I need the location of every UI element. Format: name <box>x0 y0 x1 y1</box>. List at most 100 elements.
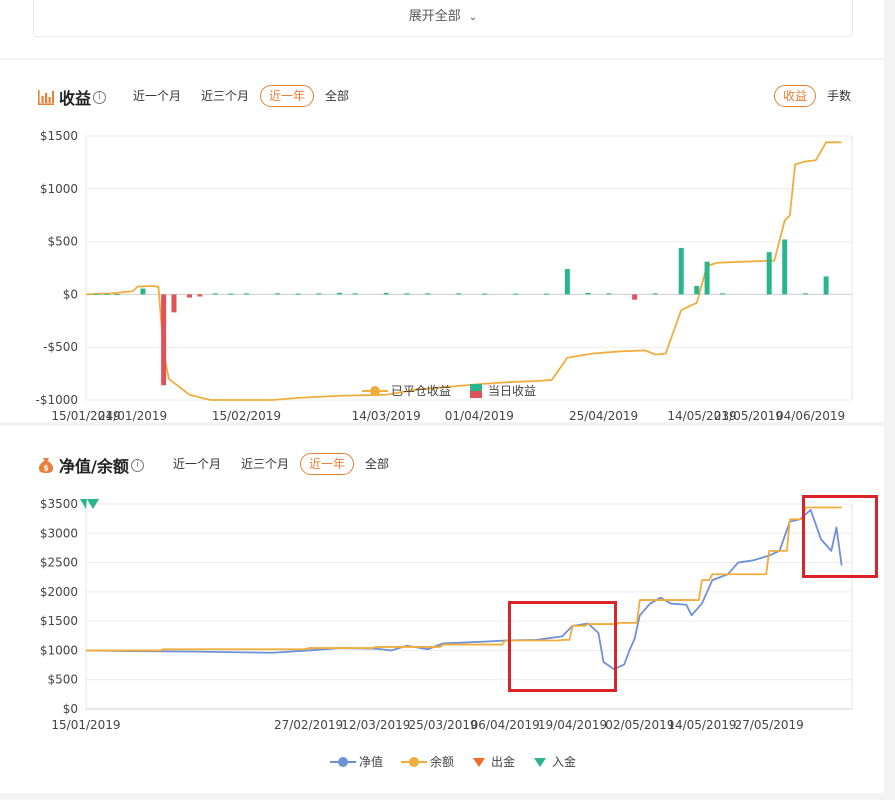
bar <box>694 285 700 295</box>
bar <box>187 294 193 298</box>
bar <box>140 288 146 295</box>
x-tick-label: 15/02/2019 <box>212 409 281 422</box>
nav-legend: 净值 余额 出金 入金 <box>330 753 594 770</box>
nav-section-title: $ 净值/余额 i <box>37 453 144 477</box>
bar <box>720 293 726 295</box>
y-tick-label: $1500 <box>40 614 78 628</box>
tab-profit-range-3[interactable]: 全部 <box>316 85 358 107</box>
profit-chart: $1500$1000$500$0-$500-$100015/01/201924/… <box>35 129 853 422</box>
bar <box>564 269 570 295</box>
y-tick-label: $0 <box>63 287 78 301</box>
x-tick-label: 25/04/2019 <box>569 409 638 422</box>
nav-chart: $3500 $3000 $2500 $2000 $1500 $1000 $500 $0 15/0… <box>40 497 853 732</box>
series-line <box>86 506 842 652</box>
nav-panel: $ 净值/余额 i 近一个月 近三个月 近一年 全部 $3500 $3000 $2500 $… <box>0 426 884 793</box>
y-tick-label: -$1000 <box>35 393 78 407</box>
profit-mode-tabs: 收益 手数 <box>773 85 862 107</box>
bar <box>171 294 177 313</box>
bar <box>513 293 519 295</box>
x-tick-label: 14/03/2019 <box>352 409 421 422</box>
tab-profit-mode-1[interactable]: 手数 <box>818 85 860 107</box>
money-bag-icon: $ <box>38 458 54 473</box>
x-tick-label: 02/05/2019 <box>605 718 674 732</box>
y-tick-label: $3500 <box>40 497 78 511</box>
bar <box>782 239 788 295</box>
y-tick-label: $1500 <box>40 129 78 143</box>
tab-profit-range-2[interactable]: 近一年 <box>260 85 315 107</box>
x-tick-label: 15/01/2019 <box>51 718 120 732</box>
legend-item-deposit[interactable]: 入金 <box>533 753 576 770</box>
y-tick-label: $1000 <box>40 182 78 196</box>
chevron-down-icon: ⌄ <box>468 12 478 23</box>
triangle-down-icon <box>534 757 547 767</box>
y-tick-label: $500 <box>47 673 78 687</box>
bar <box>228 293 234 295</box>
nav-title: 净值/余额 <box>59 457 129 476</box>
y-tick-label: $3000 <box>40 526 78 540</box>
tab-profit-range-0[interactable]: 近一个月 <box>124 85 190 107</box>
x-tick-label: 14/05/2019 <box>667 718 736 732</box>
x-tick-label: 27/05/2019 <box>735 718 804 732</box>
y-tick-label: -$500 <box>43 340 78 354</box>
legend-bar-marker <box>470 383 483 398</box>
y-tick-label: $500 <box>47 235 78 249</box>
legend-item-nav[interactable]: 净值 <box>330 753 383 770</box>
bar <box>114 294 120 296</box>
bar <box>678 247 684 295</box>
tab-nav-range-0[interactable]: 近一个月 <box>164 453 230 475</box>
tab-profit-mode-0[interactable]: 收益 <box>773 85 816 107</box>
highlight-box <box>508 601 617 692</box>
x-tick-label: 01/04/2019 <box>445 409 514 422</box>
tab-profit-range-1[interactable]: 近三个月 <box>192 85 258 107</box>
x-tick-label: 19/04/2019 <box>538 718 607 732</box>
legend-item-daily-profit[interactable]: 当日收益 <box>469 382 536 399</box>
profit-title: 收益 <box>59 89 92 108</box>
y-tick-label: $2500 <box>40 556 78 570</box>
bar <box>544 293 550 295</box>
bar-chart-icon <box>38 90 54 105</box>
expand-all-button[interactable]: 展开全部 ⌄ <box>33 0 853 37</box>
bar <box>104 293 110 295</box>
legend-label: 净值 <box>359 755 384 769</box>
bar <box>652 293 658 295</box>
y-tick-label: $0 <box>63 702 78 716</box>
bar <box>456 293 462 295</box>
bar <box>275 293 280 295</box>
bar <box>316 293 322 295</box>
x-tick-label: 25/03/2019 <box>409 718 478 732</box>
plot-area <box>85 135 853 401</box>
y-tick-label: $2000 <box>40 585 78 599</box>
series-line <box>85 141 842 401</box>
y-tick-label: $1000 <box>40 643 78 657</box>
profit-range-tabs: 近一个月 近三个月 近一年 全部 <box>124 85 360 107</box>
bar <box>352 293 358 295</box>
x-tick-label: 23/05/2019 <box>714 409 783 422</box>
x-tick-label: 27/02/2019 <box>274 718 343 732</box>
legend-line-marker <box>401 756 428 767</box>
plot-area <box>85 503 853 710</box>
info-icon[interactable]: i <box>130 458 144 472</box>
legend-label: 当日收益 <box>488 384 537 398</box>
legend-item-withdraw[interactable]: 出金 <box>472 753 515 770</box>
profit-panel: 收益 i 近一个月 近三个月 近一年 全部 收益 手数 $1500 $1000 $500 $0… <box>0 60 884 422</box>
info-icon[interactable]: i <box>93 90 107 104</box>
tab-nav-range-3[interactable]: 全部 <box>356 453 398 475</box>
bar <box>766 252 772 295</box>
legend-item-closed-profit[interactable]: 已平仓收益 <box>362 382 451 399</box>
bar <box>243 293 249 295</box>
bar <box>383 292 389 295</box>
tab-nav-range-2[interactable]: 近一年 <box>300 453 355 475</box>
bar <box>404 293 410 295</box>
bar <box>632 294 638 300</box>
legend-item-balance[interactable]: 余额 <box>401 753 454 770</box>
bar <box>585 292 591 295</box>
bar <box>425 293 431 295</box>
expand-all-label: 展开全部 <box>408 9 461 24</box>
bar <box>823 276 829 295</box>
x-tick-label: 12/03/2019 <box>341 718 410 732</box>
tab-nav-range-1[interactable]: 近三个月 <box>232 453 298 475</box>
bar <box>212 293 218 295</box>
bar <box>704 261 710 295</box>
profit-legend: 已平仓收益 当日收益 <box>362 382 554 399</box>
profit-section-title: 收益 i <box>37 85 107 109</box>
